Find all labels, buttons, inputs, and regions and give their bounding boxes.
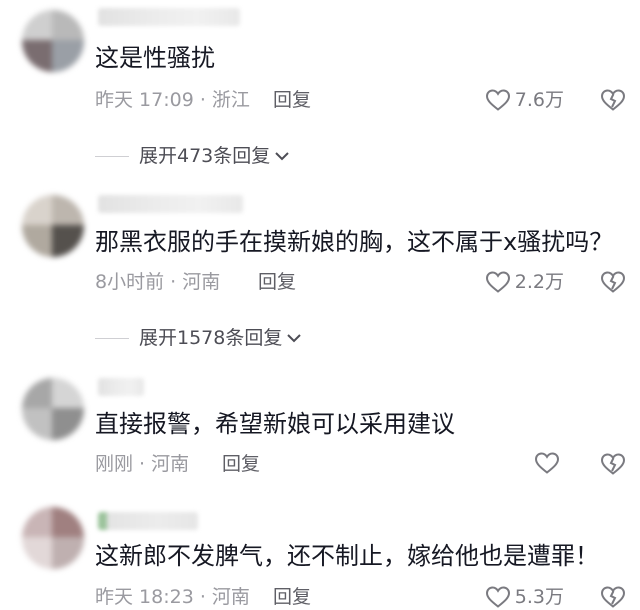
heart-outline-icon <box>485 585 511 609</box>
like-button[interactable]: 5.3万 <box>485 584 564 610</box>
username[interactable] <box>98 512 198 530</box>
broken-heart-outline-icon <box>600 585 626 609</box>
comment-item: 这新郎不发脾气，还不制止，嫁给他也是遭罪！ 昨天 18:23 · 河南 回复 5… <box>0 0 640 608</box>
avatar[interactable] <box>22 507 84 569</box>
comment-time-location: 昨天 18:23 · 河南 <box>95 586 250 608</box>
reply-button[interactable]: 回复 <box>273 584 311 610</box>
comment-text: 这新郎不发脾气，还不制止，嫁给他也是遭罪！ <box>95 542 599 570</box>
dislike-button[interactable] <box>600 585 626 609</box>
like-count: 5.3万 <box>514 586 564 608</box>
